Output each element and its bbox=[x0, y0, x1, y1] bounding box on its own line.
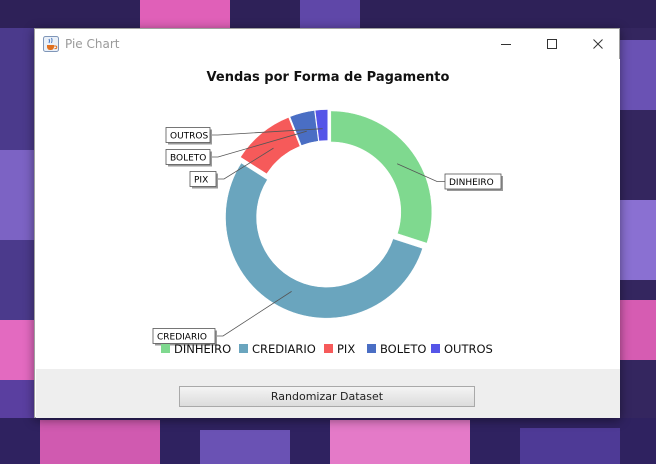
callout-label-crediario: CREDIARIO bbox=[157, 333, 207, 343]
close-icon bbox=[593, 39, 603, 49]
button-bar: Randomizar Dataset bbox=[36, 369, 620, 418]
legend-label-outros: OUTROS bbox=[444, 342, 493, 356]
legend-swatch-outros bbox=[431, 344, 440, 353]
maximize-button[interactable] bbox=[529, 29, 575, 59]
legend-label-dinheiro: DINHEIRO bbox=[174, 342, 231, 356]
donut-chart: Vendas por Forma de Pagamento DINHEIROCR… bbox=[152, 70, 503, 356]
java-coffee-cup-icon bbox=[43, 36, 59, 52]
callout-label-boleto: BOLETO bbox=[170, 154, 206, 164]
callout-label-pix: PIX bbox=[194, 176, 208, 186]
legend-label-pix: PIX bbox=[337, 342, 355, 356]
app-window: Pie Chart Vendas por Forma de Pagamento … bbox=[34, 28, 620, 418]
title-bar[interactable]: Pie Chart bbox=[35, 29, 619, 59]
callout-label-outros: OUTROS bbox=[170, 132, 209, 142]
slice-dinheiro bbox=[330, 110, 433, 244]
legend-label-boleto: BOLETO bbox=[380, 342, 427, 356]
legend-label-crediario: CREDIARIO bbox=[252, 342, 316, 356]
window-title: Pie Chart bbox=[65, 37, 120, 51]
slice-pix bbox=[240, 117, 301, 175]
maximize-icon bbox=[547, 39, 557, 49]
callout-label-dinheiro: DINHEIRO bbox=[449, 178, 494, 188]
close-button[interactable] bbox=[575, 29, 621, 59]
slice-crediario bbox=[225, 162, 423, 319]
chart-title: Vendas por Forma de Pagamento bbox=[207, 70, 450, 85]
randomize-dataset-button[interactable]: Randomizar Dataset bbox=[179, 386, 475, 407]
legend-swatch-dinheiro bbox=[161, 344, 170, 353]
legend-swatch-pix bbox=[324, 344, 333, 353]
minimize-icon bbox=[501, 44, 511, 45]
legend-swatch-crediario bbox=[239, 344, 248, 353]
minimize-button[interactable] bbox=[483, 29, 529, 59]
chart-panel: Vendas por Forma de Pagamento DINHEIRO CR… bbox=[36, 59, 620, 369]
legend-swatch-boleto bbox=[367, 344, 376, 353]
